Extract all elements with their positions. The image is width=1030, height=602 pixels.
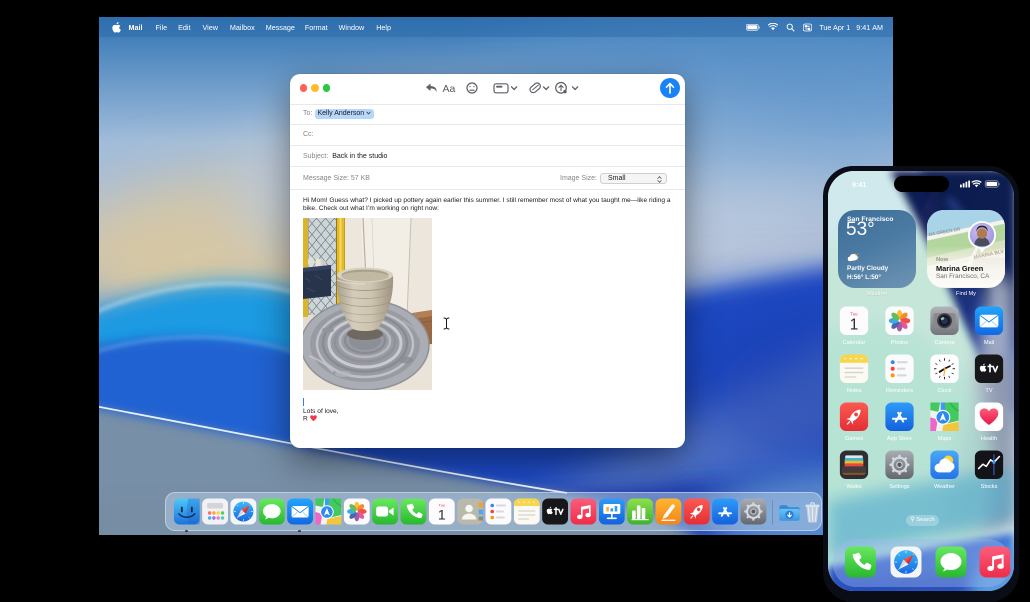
svg-text:Calendar: Calendar bbox=[843, 340, 866, 346]
svg-text:Wallet: Wallet bbox=[846, 484, 862, 490]
svg-text:Health: Health bbox=[981, 436, 997, 442]
svg-text:App Store: App Store bbox=[887, 436, 912, 442]
svg-text:Weather: Weather bbox=[934, 484, 955, 490]
svg-text:Mail: Mail bbox=[984, 340, 994, 346]
svg-text:Camera: Camera bbox=[935, 340, 956, 346]
svg-text:Maps: Maps bbox=[938, 436, 952, 442]
svg-text:Notes: Notes bbox=[847, 388, 862, 394]
svg-text:Clock: Clock bbox=[938, 388, 952, 394]
svg-text:TV: TV bbox=[985, 388, 992, 394]
svg-text:Reminders: Reminders bbox=[886, 388, 913, 394]
svg-text:Aa: Aa bbox=[443, 83, 456, 95]
svg-text:Games: Games bbox=[845, 436, 863, 442]
svg-text:Photos: Photos bbox=[891, 340, 909, 346]
svg-text:Stocks: Stocks bbox=[981, 484, 998, 490]
svg-text:Settings: Settings bbox=[889, 484, 909, 490]
